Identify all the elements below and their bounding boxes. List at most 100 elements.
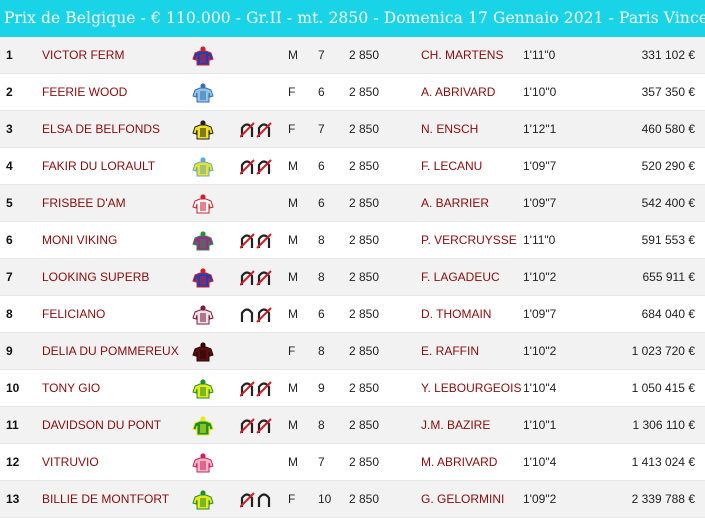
driver-name-link[interactable]: E. RAFFIN bbox=[421, 333, 479, 370]
career-earnings: 542 400 € bbox=[641, 196, 695, 210]
barefoot-front-icon bbox=[239, 492, 274, 508]
driver-name-link[interactable]: J.M. BAZIRE bbox=[421, 407, 490, 444]
runner-number: 3 bbox=[6, 122, 13, 136]
race-distance: 2 850 bbox=[349, 381, 380, 395]
horse-name-link[interactable]: BILLIE DE MONTFORT bbox=[42, 481, 169, 518]
table-row[interactable]: 10 TONY GIO M 9 2 850 Y. LEBOURGEOIS 1'10"4 1 0… bbox=[0, 370, 705, 407]
table-row[interactable]: 3 ELSA DE BELFONDS F 7 2 850 N. ENSCH 1'12"1 46… bbox=[0, 111, 705, 148]
career-earnings: 655 911 € bbox=[642, 270, 696, 284]
record-time: 1'11"0 bbox=[523, 48, 556, 62]
driver-name-link[interactable]: P. VERCRUYSSE bbox=[421, 222, 517, 259]
table-row[interactable]: 1 VICTOR FERM M 7 2 850 CH. MARTENS 1'11"0 331 … bbox=[0, 37, 705, 74]
horse-name-link[interactable]: VICTOR FERM bbox=[42, 37, 124, 74]
race-distance: 2 850 bbox=[349, 159, 380, 173]
horse-name-link[interactable]: FAKIR DU LORAULT bbox=[42, 148, 155, 185]
horse-age: 8 bbox=[318, 418, 325, 432]
horse-name-link[interactable]: MONI VIKING bbox=[42, 222, 117, 259]
career-earnings: 1 050 415 € bbox=[631, 381, 695, 395]
career-earnings: 684 040 € bbox=[641, 307, 695, 321]
horse-age: 6 bbox=[318, 196, 325, 210]
horse-age: 6 bbox=[318, 159, 325, 173]
horse-name-link[interactable]: TONY GIO bbox=[42, 370, 100, 407]
driver-name-link[interactable]: G. GELORMINI bbox=[421, 481, 504, 518]
table-row[interactable]: 8 FELICIANO M 6 2 850 D. THOMAIN 1'09"7 684 040… bbox=[0, 296, 705, 333]
driver-name-link[interactable]: F. LECANU bbox=[421, 148, 482, 185]
race-distance: 2 850 bbox=[349, 492, 380, 506]
table-row[interactable]: 6 MONI VIKING M 8 2 850 P. VERCRUYSSE 1'11"0 59… bbox=[0, 222, 705, 259]
record-time: 1'12"1 bbox=[523, 122, 557, 136]
race-distance: 2 850 bbox=[349, 48, 380, 62]
horse-sex: F bbox=[288, 492, 296, 506]
driver-name-link[interactable]: F. LAGADEUC bbox=[421, 259, 500, 296]
driver-name-link[interactable]: Y. LEBOURGEOIS bbox=[421, 370, 521, 407]
horse-sex: F bbox=[288, 85, 296, 99]
runner-number: 4 bbox=[6, 159, 13, 173]
runner-number: 7 bbox=[6, 270, 13, 284]
runner-number: 8 bbox=[6, 307, 13, 321]
horse-name-link[interactable]: VITRUVIO bbox=[42, 444, 99, 481]
horse-age: 9 bbox=[318, 381, 325, 395]
horse-name-link[interactable]: LOOKING SUPERB bbox=[42, 259, 149, 296]
runner-number: 13 bbox=[6, 492, 20, 506]
runner-number: 9 bbox=[6, 344, 13, 358]
silk-green-yellow-icon bbox=[192, 416, 214, 436]
silk-yellow-black-icon bbox=[192, 120, 214, 140]
silk-maroon-check-icon bbox=[192, 305, 214, 325]
horse-name-link[interactable]: DAVIDSON DU PONT bbox=[42, 407, 161, 444]
horse-sex: M bbox=[288, 48, 298, 62]
career-earnings: 520 290 € bbox=[641, 159, 695, 173]
silk-blue-red-icon bbox=[192, 46, 214, 66]
silk-purple-green-icon bbox=[192, 231, 214, 251]
table-row[interactable]: 4 FAKIR DU LORAULT M 6 2 850 F. LECANU 1'09"7 5… bbox=[0, 148, 705, 185]
silk-darkred-icon bbox=[192, 342, 214, 362]
table-row[interactable]: 13 BILLIE DE MONTFORT F 10 2 850 G. GELORMINI… bbox=[0, 481, 705, 518]
horse-sex: M bbox=[288, 233, 298, 247]
horse-sex: F bbox=[288, 344, 296, 358]
horse-name-link[interactable]: ELSA DE BELFONDS bbox=[42, 111, 160, 148]
driver-name-link[interactable]: CH. MARTENS bbox=[421, 37, 503, 74]
horse-name-link[interactable]: FRISBEE D'AM bbox=[42, 185, 126, 222]
horse-name-link[interactable]: FELICIANO bbox=[42, 296, 105, 333]
barefoot-all-icon bbox=[239, 418, 274, 434]
silk-yellow-blue-icon bbox=[192, 157, 214, 177]
table-row[interactable]: 9 DELIA DU POMMEREUX F 8 2 850 E. RAFFIN 1'10"… bbox=[0, 333, 705, 370]
barefoot-hind-icon bbox=[240, 307, 274, 323]
driver-name-link[interactable]: A. BARRIER bbox=[421, 185, 489, 222]
race-distance: 2 850 bbox=[349, 122, 380, 136]
horse-age: 10 bbox=[318, 492, 332, 506]
record-time: 1'09"7 bbox=[523, 159, 557, 173]
table-row[interactable]: 11 DAVIDSON DU PONT M 8 2 850 J.M. BAZIRE 1'10… bbox=[0, 407, 705, 444]
record-time: 1'09"7 bbox=[523, 307, 557, 321]
silk-lightblue-icon bbox=[192, 83, 214, 103]
horse-name-link[interactable]: FEERIE WOOD bbox=[42, 74, 127, 111]
barefoot-all-icon bbox=[239, 233, 274, 249]
driver-name-link[interactable]: M. ABRIVARD bbox=[421, 444, 497, 481]
horse-age: 7 bbox=[318, 455, 325, 469]
silk-blue-red-icon bbox=[192, 268, 214, 288]
record-time: 1'10"4 bbox=[523, 381, 557, 395]
record-time: 1'10"2 bbox=[523, 270, 557, 284]
driver-name-link[interactable]: D. THOMAIN bbox=[421, 296, 491, 333]
record-time: 1'10"4 bbox=[523, 455, 557, 469]
horse-sex: F bbox=[288, 122, 296, 136]
record-time: 1'10"1 bbox=[523, 418, 557, 432]
race-distance: 2 850 bbox=[349, 196, 380, 210]
runner-number: 10 bbox=[6, 381, 20, 395]
driver-name-link[interactable]: A. ABRIVARD bbox=[421, 74, 495, 111]
career-earnings: 357 350 € bbox=[641, 85, 695, 99]
career-earnings: 1 023 720 € bbox=[631, 344, 695, 358]
horse-age: 8 bbox=[318, 270, 325, 284]
record-time: 1'09"2 bbox=[523, 492, 557, 506]
table-row[interactable]: 2 FEERIE WOOD F 6 2 850 A. ABRIVARD 1'10"0 357 … bbox=[0, 74, 705, 111]
runner-number: 5 bbox=[6, 196, 13, 210]
table-row[interactable]: 7 LOOKING SUPERB M 8 2 850 F. LAGADEUC 1'10"2 6… bbox=[0, 259, 705, 296]
table-row[interactable]: 5 FRISBEE D'AM M 6 2 850 A. BARRIER 1'09"7 542 … bbox=[0, 185, 705, 222]
barefoot-all-icon bbox=[239, 122, 274, 138]
record-time: 1'09"7 bbox=[523, 196, 557, 210]
table-row[interactable]: 12 VITRUVIO M 7 2 850 M. ABRIVARD 1'10"4 1 413 … bbox=[0, 444, 705, 481]
horse-name-link[interactable]: DELIA DU POMMEREUX bbox=[42, 333, 179, 370]
horse-sex: M bbox=[288, 159, 298, 173]
runner-number: 6 bbox=[6, 233, 13, 247]
race-title: Prix de Belgique - € 110.000 - Gr.II - m… bbox=[4, 9, 705, 27]
driver-name-link[interactable]: N. ENSCH bbox=[421, 111, 478, 148]
